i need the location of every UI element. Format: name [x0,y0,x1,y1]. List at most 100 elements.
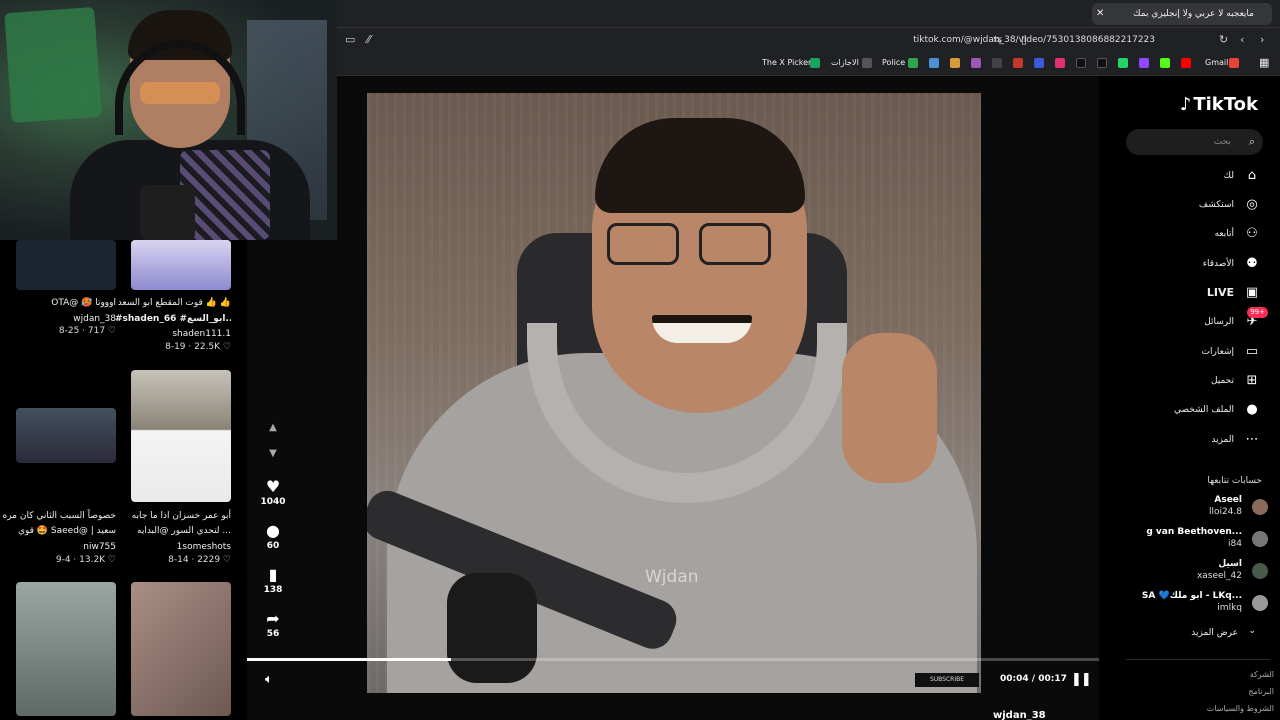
bookmark-icon-f[interactable] [1034,58,1044,68]
video-caption-line2[interactable]: لتحدي السور @البدايه ... [115,524,231,538]
nav-live[interactable]: ▣ LIVE [1112,282,1262,304]
following-section-title: حسابات تتابعها [1207,476,1262,486]
twitch-icon[interactable] [1139,58,1149,68]
nav-more[interactable]: ⋯ المزيد [1112,429,1262,451]
instagram-icon[interactable] [1055,58,1065,68]
url-field[interactable]: tiktok.com/@wjdan_38/video/7530138086882… [667,28,1167,52]
back-icon[interactable]: ‹ [1240,28,1244,52]
video-thumbnail[interactable] [16,408,116,463]
video-author[interactable]: shaden111.1 [115,327,231,341]
video-thumbnail[interactable] [16,240,116,290]
video-caption-tags[interactable]: #shaden_66 #ابو_السع... [115,312,231,326]
bookmark-icon-e[interactable] [1013,58,1023,68]
progress-fill [247,658,452,661]
bookmark-holidays[interactable]: الاجازات [831,52,859,74]
nav-following[interactable]: ⚇ أتابعه [1112,223,1262,245]
video-caption-line2[interactable]: قوي 🤩 Saeed@ | سعيد [0,524,116,538]
tiktok-icon[interactable] [1076,58,1086,68]
video-author[interactable]: wjdan_38 [0,312,116,326]
messages-icon: ✈ 99+ [1242,307,1268,333]
nav-profile[interactable]: ● الملف الشخصي [1112,399,1262,421]
nav-inbox[interactable]: ▭ إشعارات [1112,341,1262,363]
tiktok-logo[interactable]: ♪ TikTok [1180,94,1258,115]
x-icon[interactable] [1097,58,1107,68]
comment-icon[interactable]: ● [255,521,291,541]
following-account[interactable]: g van Beethoven... i84 [1110,527,1270,557]
video-author[interactable]: 1someshots [115,540,231,554]
avatar [1252,531,1268,547]
mic-shockmount [447,573,537,683]
extension-icon[interactable]: ⁄⁄ [367,28,371,52]
home-icon: ⌂ [1247,168,1257,183]
search-icon: ⌕ [1248,135,1255,148]
whatsapp-icon[interactable] [1118,58,1128,68]
upload-icon: ⊞ [1246,373,1258,388]
forward-icon[interactable]: › [1260,28,1264,52]
bookmark-icon-c[interactable] [971,58,981,68]
video-caption[interactable]: OTA@ 🥵 اوووتا [0,296,116,310]
bookmark-gmail[interactable]: Gmail [1205,52,1228,74]
footer-link[interactable]: الشروط والسياسات [1207,704,1274,713]
video-thumbnail[interactable] [131,582,231,716]
nav-explore[interactable]: ◎ استكشف [1112,194,1262,216]
all-bookmarks-icon[interactable]: ▦ [1259,52,1269,74]
previous-video-icon[interactable]: ▲ [255,415,291,441]
following-account[interactable]: SA 💙ابو ملك - LKq... imlkq [1110,591,1270,621]
sheets-icon [908,58,918,68]
footer-link[interactable]: الشركة [1250,670,1274,679]
following-account[interactable]: اسيل xaseel_42 [1110,559,1270,589]
account-name: g van Beethoven... [1146,527,1242,537]
search-input[interactable]: بحث ⌕ [1126,129,1263,155]
bookmark-x-picker[interactable]: The X Picker [762,52,811,74]
nav-for-you[interactable]: ⌂ لك [1112,165,1262,187]
video-caption[interactable]: أبو عمر خسران اذا ما جابه [115,509,231,523]
reload-icon[interactable]: ↻ [1219,28,1228,52]
pause-icon[interactable]: ❚❚ [1071,672,1092,687]
author-name[interactable]: wjdan_38 [993,710,1046,720]
list-icon [862,58,872,68]
next-video-icon[interactable]: ▼ [255,441,291,467]
video-author[interactable]: niw755 [0,540,116,554]
profile-icon: ● [1246,402,1258,417]
compass-icon: ◎ [1246,197,1258,212]
nav-label: تحميل [1210,376,1234,386]
sidebar-toggle-icon[interactable]: ▭ [345,28,355,52]
bookmark-icon-d[interactable] [992,58,1002,68]
progress-bar[interactable] [247,658,1099,661]
chevron-down-icon[interactable]: ⌄ [1248,626,1256,636]
share-icon[interactable]: ➦ [255,609,291,629]
youtube-icon[interactable] [1181,58,1191,68]
video-thumbnail[interactable] [16,582,116,716]
save-icon[interactable]: ▮ [255,565,291,585]
video-meta: 9-4 · 13.2K ♡ [55,555,116,565]
tab-close-icon[interactable]: ✕ [1096,3,1104,25]
see-more-link[interactable]: عرض المزيد [1191,628,1238,638]
nav-label: إشعارات [1201,347,1234,357]
footer-link[interactable]: البرنامج [1248,687,1274,696]
nav-friends[interactable]: ⚉ الأصدقاء [1112,253,1262,275]
video-thumbnail[interactable] [131,240,231,290]
following-account[interactable]: Aseel lloi24.8 [1110,495,1270,525]
like-icon[interactable]: ♥ [255,477,291,497]
video-frame[interactable]: Wjdan SUBSCRIBE [367,93,981,693]
kick-icon[interactable] [1160,58,1170,68]
tab-bar: + ✕ مايعجبه لا عربي ولا إنجليزي بمك [337,0,1280,28]
screen: + ✕ مايعجبه لا عربي ولا إنجليزي بمك ▭ ⁄⁄… [0,0,1280,720]
video-meta: 8-19 · 22.5K ♡ [165,342,231,352]
share-count: 56 [266,629,280,639]
nav-messages[interactable]: ✈ 99+ الرسائل [1112,307,1268,333]
bookmark-icon-b[interactable] [950,58,960,68]
volume-icon[interactable]: 🔈︎ [265,672,273,687]
logo-text: TikTok [1193,94,1258,115]
bookmark-icon-a[interactable] [929,58,939,68]
video-caption[interactable]: خصوصاً السبب الثاني كان مره [0,509,116,523]
user-follow-icon: ⚇ [1246,226,1258,241]
like-count: 1040 [260,497,286,507]
bookmark-police[interactable]: Police [882,52,905,74]
video-caption[interactable]: قوت المقطع ابو السعد 👍 👍 [115,296,231,310]
nav-upload[interactable]: ⊞ تحميل [1112,370,1262,392]
more-icon: ⋯ [1245,432,1259,447]
search-placeholder: بحث [1213,137,1231,147]
active-tab[interactable]: ✕ مايعجبه لا عربي ولا إنجليزي بمك [1092,3,1272,25]
video-thumbnail[interactable] [131,370,231,502]
